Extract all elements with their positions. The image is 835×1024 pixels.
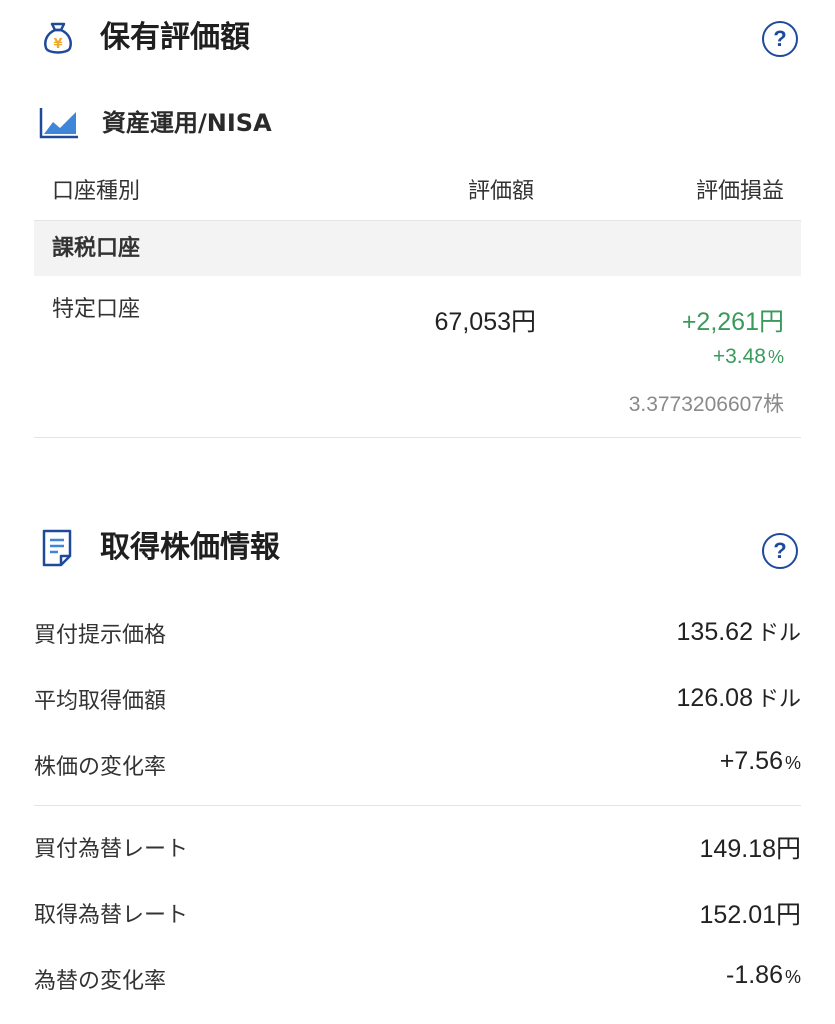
profit-percent-sign: % — [767, 347, 784, 367]
column-header-valuation: 評価額 — [467, 179, 534, 204]
average-cost-unit: ドル — [756, 687, 801, 712]
holdings-help-icon[interactable]: ? — [762, 21, 798, 57]
svg-text:¥: ¥ — [53, 37, 62, 52]
group-row — [34, 221, 801, 276]
section-divider — [34, 437, 801, 438]
trend-chart-icon — [38, 104, 80, 140]
profit-percent-value: +3.48 — [712, 345, 766, 368]
money-bag-icon: ¥ — [38, 18, 78, 58]
list-item-label: 買付為替レート — [34, 837, 189, 862]
price-change-value: +7.56 — [719, 747, 783, 775]
acquisition-help-icon[interactable]: ? — [762, 533, 798, 569]
holdings-sub-title: 資産運用/NISA — [102, 109, 272, 137]
bid-price-value: 135.62 — [676, 618, 753, 646]
acquisition-title: 取得株価情報 — [100, 530, 280, 565]
list-item-value: -1.86% — [560, 961, 801, 990]
list-item-value: 152.01円 — [699, 901, 801, 929]
fx-change-value: -1.86 — [726, 961, 783, 989]
account-name: 特定口座 — [52, 297, 141, 322]
list-item-value: 149.18円 — [699, 835, 801, 863]
account-valuation: 67,053円 — [434, 308, 536, 336]
holdings-title: 保有評価額 — [100, 20, 250, 55]
list-item-label: 為替の変化率 — [34, 969, 167, 994]
list-item-label: 取得為替レート — [34, 903, 189, 928]
account-profit-amount: +2,261円 — [681, 308, 784, 336]
fx-change-unit: % — [784, 967, 801, 987]
account-profit-percent: +3.48% — [640, 345, 784, 369]
list-item-label: 株価の変化率 — [34, 755, 167, 780]
document-icon — [40, 528, 76, 568]
list-item-label: 平均取得価額 — [34, 689, 167, 714]
average-cost-value: 126.08 — [676, 684, 753, 712]
account-shares: 3.3773206607株 — [628, 393, 784, 416]
list-item-value: 126.08 ドル — [560, 681, 801, 713]
list-item-value: 135.62 ドル — [560, 615, 801, 647]
list-item-value: +7.56% — [560, 747, 801, 776]
group-label: 課税口座 — [52, 236, 141, 261]
column-header-account-type: 口座種別 — [52, 179, 141, 204]
rows-divider — [34, 805, 801, 806]
bid-price-unit: ドル — [756, 621, 801, 646]
price-change-unit: % — [784, 753, 801, 773]
list-item-label: 買付提示価格 — [34, 623, 167, 648]
column-header-profit-loss: 評価損益 — [695, 179, 784, 204]
